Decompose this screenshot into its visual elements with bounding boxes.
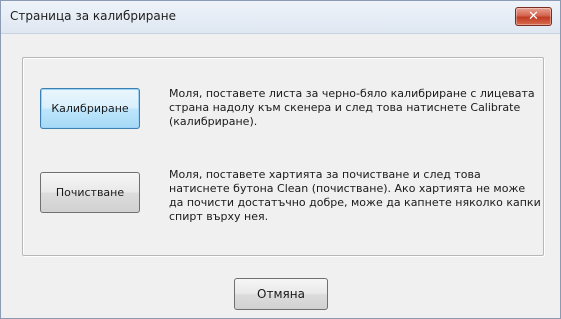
clean-description: Моля, поставете хартията за почистване и… <box>169 168 541 223</box>
window-title: Страница за калибриране <box>10 9 176 23</box>
cancel-button[interactable]: Отмяна <box>234 278 328 310</box>
calibration-dialog: Страница за калибриране ✕ Калибриране Мо… <box>0 0 561 319</box>
clean-button[interactable]: Почистване <box>40 172 140 213</box>
close-button[interactable]: ✕ <box>515 7 552 26</box>
calibrate-description: Моля, поставете листа за черно-бяло кали… <box>169 87 535 128</box>
close-icon: ✕ <box>528 9 539 24</box>
title-bar[interactable]: Страница за калибриране ✕ <box>1 1 560 34</box>
calibrate-button[interactable]: Калибриране <box>40 88 140 129</box>
